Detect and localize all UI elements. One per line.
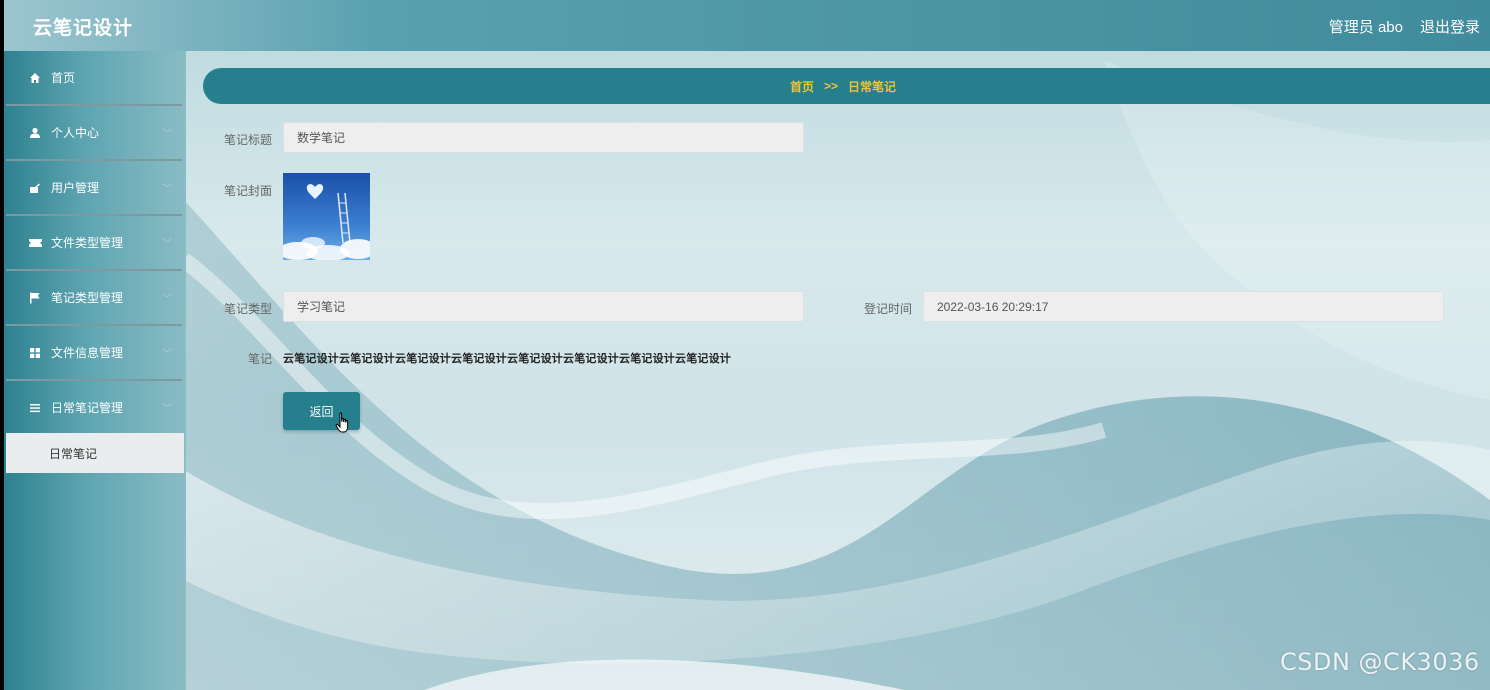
logout-link[interactable]: 退出登录 [1420, 16, 1480, 37]
time-field[interactable]: 2022-03-16 20:29:17 [923, 291, 1444, 322]
grid-icon [28, 346, 42, 360]
sidebar-item-file-info-management[interactable]: 文件信息管理 ﹀ [6, 326, 182, 381]
app-window: 云笔记设计 管理员 abo 退出登录 首页 个人中心 ﹀ 用户管理 ﹀ 文件类型… [4, 0, 1490, 690]
sidebar-subitem-daily-notes[interactable]: 日常笔记 [6, 433, 184, 473]
chevron-down-icon: ﹀ [162, 184, 172, 195]
cover-label: 笔记封面 [223, 184, 272, 198]
chevron-down-icon: ﹀ [162, 404, 172, 415]
app-title: 云笔记设计 [33, 18, 134, 39]
sidebar-item-home[interactable]: 首页 [6, 51, 182, 106]
chevron-down-icon: ﹀ [162, 239, 172, 250]
time-label: 登记时间 [863, 302, 912, 316]
list-icon [28, 401, 42, 415]
sidebar-item-label: 笔记类型管理 [51, 291, 124, 305]
breadcrumb-current: 日常笔记 [848, 79, 897, 94]
title-field[interactable]: 数学笔记 [283, 122, 804, 153]
sidebar-item-label: 文件信息管理 [51, 346, 124, 360]
sidebar-item-file-type-management[interactable]: 文件类型管理 ﹀ [6, 216, 182, 271]
type-label: 笔记类型 [223, 302, 272, 316]
sidebar-item-label: 日常笔记管理 [51, 401, 124, 415]
sidebar-item-note-type-management[interactable]: 笔记类型管理 ﹀ [6, 271, 182, 326]
breadcrumb-separator: >> [823, 79, 838, 93]
chevron-down-icon: ﹀ [162, 294, 172, 305]
sidebar-item-label: 文件类型管理 [51, 236, 124, 250]
ticket-icon [28, 236, 42, 250]
sidebar-item-user-management[interactable]: 用户管理 ﹀ [6, 161, 182, 216]
title-label: 笔记标题 [223, 133, 272, 147]
flag-icon [28, 291, 42, 305]
chevron-down-icon: ﹀ [162, 129, 172, 140]
users-icon [28, 181, 42, 195]
top-bar: 云笔记设计 管理员 abo 退出登录 [4, 0, 1490, 51]
breadcrumb-home[interactable]: 首页 [790, 78, 814, 95]
watermark: CSDN @CK3036 [1280, 648, 1480, 676]
cover-image [283, 173, 370, 260]
type-field[interactable]: 学习笔记 [283, 291, 804, 322]
note-content: 云笔记设计云笔记设计云笔记设计云笔记设计云笔记设计云笔记设计云笔记设计云笔记设计 [283, 353, 731, 365]
sidebar-item-label: 个人中心 [51, 126, 100, 140]
sidebar-item-label: 首页 [51, 71, 76, 85]
home-icon [28, 71, 42, 85]
sidebar: 首页 个人中心 ﹀ 用户管理 ﹀ 文件类型管理 ﹀ 笔记类型管理 ﹀ 文件信息管… [4, 51, 186, 690]
admin-label: 管理员 abo [1328, 19, 1403, 36]
sidebar-item-personal-center[interactable]: 个人中心 ﹀ [6, 106, 182, 161]
chevron-down-icon: ﹀ [162, 349, 172, 360]
user-icon [28, 126, 42, 140]
note-label: 笔记 [247, 352, 272, 366]
breadcrumb: 首页 >> 日常笔记 [203, 68, 1490, 104]
sidebar-item-label: 用户管理 [51, 181, 100, 195]
sidebar-item-daily-note-management[interactable]: 日常笔记管理 ﹀ [6, 381, 182, 436]
hand-cursor-icon [335, 412, 349, 433]
